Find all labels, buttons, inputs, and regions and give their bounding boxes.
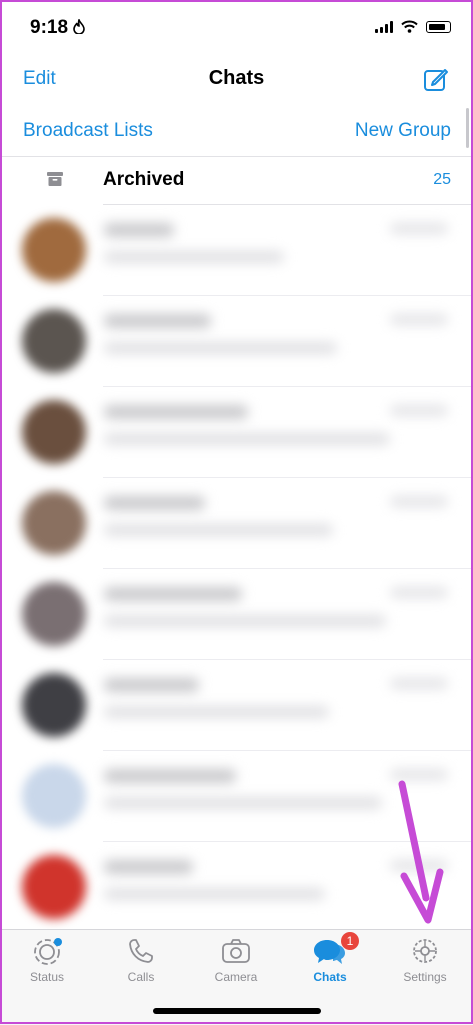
chat-name-blurred — [104, 496, 205, 510]
chat-name-blurred — [104, 314, 211, 328]
gear-icon — [413, 939, 437, 963]
chat-row[interactable] — [0, 296, 473, 387]
chat-time-blurred — [390, 587, 448, 598]
wifi-icon — [401, 20, 418, 33]
archived-count: 25 — [433, 171, 451, 188]
avatar — [22, 400, 86, 464]
tab-label: Chats — [313, 970, 347, 984]
tab-chats[interactable]: 1 Chats — [283, 930, 377, 990]
chat-time-blurred — [390, 769, 448, 780]
page-title: Chats — [208, 67, 265, 89]
chat-preview-blurred — [104, 342, 337, 354]
status-icons — [375, 20, 451, 33]
tab-label: Camera — [214, 970, 258, 984]
camera-icon — [222, 939, 250, 963]
annotation-arrow — [398, 780, 444, 924]
avatar — [22, 673, 86, 737]
battery-icon — [426, 20, 451, 33]
avatar — [22, 218, 86, 282]
chat-name-blurred — [104, 769, 236, 783]
chat-time-blurred — [390, 405, 448, 416]
status-bar: 9:18 — [0, 0, 473, 54]
chat-time-blurred — [390, 678, 448, 689]
list-actions: Broadcast Lists New Group — [0, 106, 473, 157]
home-indicator — [153, 1008, 321, 1014]
chat-preview-blurred — [104, 433, 390, 445]
archived-label: Archived — [103, 169, 185, 190]
chat-preview-blurred — [104, 797, 382, 809]
avatar — [22, 309, 86, 373]
status-icon — [34, 938, 62, 965]
flame-icon — [73, 17, 85, 38]
status-time: 9:18 — [30, 17, 69, 38]
tab-calls[interactable]: Calls — [94, 930, 188, 990]
chat-row[interactable] — [0, 387, 473, 478]
tab-settings[interactable]: Settings — [378, 930, 472, 990]
chat-row[interactable] — [0, 660, 473, 751]
chat-time-blurred — [390, 314, 448, 325]
chat-preview-blurred — [104, 524, 333, 536]
chat-row[interactable] — [0, 569, 473, 660]
chat-name-blurred — [104, 860, 193, 874]
compose-icon[interactable] — [423, 66, 449, 92]
chat-preview-blurred — [104, 706, 329, 718]
phone-icon — [129, 939, 153, 963]
unread-badge: 1 — [341, 932, 359, 950]
tab-label: Settings — [403, 970, 447, 984]
tab-camera[interactable]: Camera — [189, 930, 283, 990]
avatar — [22, 582, 86, 646]
chat-row[interactable] — [0, 478, 473, 569]
chat-name-blurred — [104, 405, 248, 419]
signal-icon — [375, 20, 393, 33]
broadcast-lists-button[interactable]: Broadcast Lists — [23, 120, 153, 142]
avatar — [22, 855, 86, 919]
chat-preview-blurred — [104, 615, 386, 627]
tab-label: Calls — [127, 970, 155, 984]
chat-preview-blurred — [104, 888, 325, 900]
archive-icon — [47, 172, 63, 186]
chat-time-blurred — [390, 496, 448, 507]
nav-bar: Edit Chats — [0, 54, 473, 106]
archived-row[interactable]: Archived 25 — [0, 156, 473, 204]
new-group-button[interactable]: New Group — [355, 120, 451, 142]
chat-name-blurred — [104, 223, 174, 237]
avatar — [22, 491, 86, 555]
chat-name-blurred — [104, 587, 242, 601]
tab-status[interactable]: Status — [0, 930, 94, 990]
chat-name-blurred — [104, 678, 199, 692]
tab-label: Status — [29, 970, 65, 984]
chat-time-blurred — [390, 223, 448, 234]
chat-row[interactable] — [0, 205, 473, 296]
avatar — [22, 764, 86, 828]
chat-preview-blurred — [104, 251, 284, 263]
scroll-indicator — [466, 108, 469, 148]
